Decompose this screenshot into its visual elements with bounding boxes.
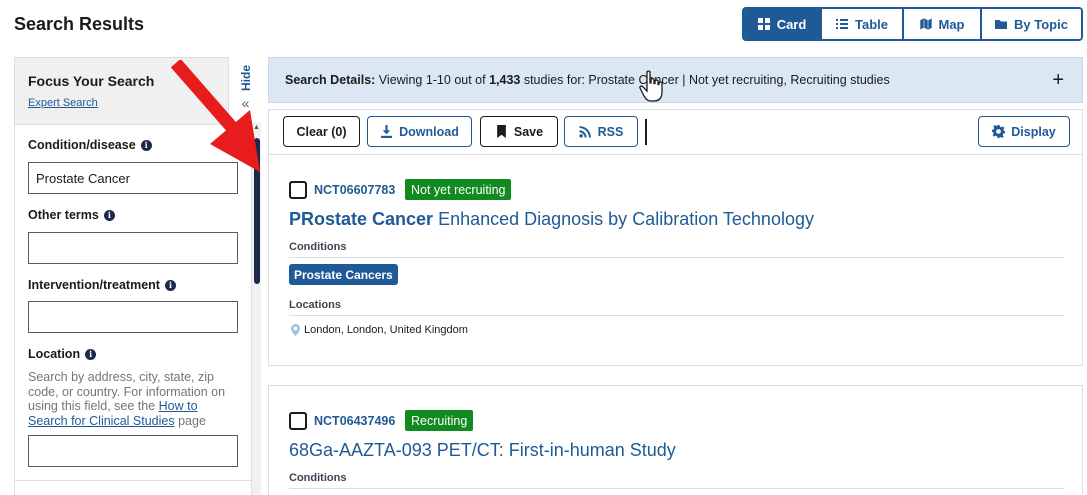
folder-icon xyxy=(995,20,1008,29)
action-toolbar: Clear (0) Download Save RSS Display xyxy=(268,109,1083,154)
expert-search-link[interactable]: Expert Search xyxy=(28,97,98,109)
locations-label: Locations xyxy=(289,299,341,311)
expand-plus-icon[interactable]: + xyxy=(1052,69,1064,92)
rss-icon xyxy=(579,126,591,138)
location-help-text: Search by address, city, state, zip code… xyxy=(28,370,240,428)
hide-label: Hide xyxy=(238,65,253,92)
page-title: Search Results xyxy=(14,14,145,34)
location-entry: London, London, United Kingdom xyxy=(291,324,468,336)
study-select-checkbox[interactable] xyxy=(289,412,307,430)
search-details-label: Search Details: xyxy=(285,73,376,87)
conditions-label: Conditions xyxy=(289,241,347,253)
info-icon[interactable]: i xyxy=(85,348,97,360)
hand-cursor-icon xyxy=(639,70,663,102)
location-help-suffix: page xyxy=(174,413,206,428)
conditions-label: Conditions xyxy=(289,472,347,484)
display-button[interactable]: Display xyxy=(978,116,1070,147)
study-card: NCT06437496 Recruiting 68Ga-AAZTA-093 PE… xyxy=(268,385,1083,495)
map-icon xyxy=(919,18,932,30)
condition-label-text: Condition/disease xyxy=(28,138,136,152)
info-icon[interactable]: i xyxy=(103,209,115,221)
search-details-bar[interactable]: Search Details: Viewing 1-10 out of 1,43… xyxy=(268,57,1083,103)
other-terms-label: Other terms i xyxy=(28,208,115,222)
locations-divider xyxy=(289,315,1064,316)
map-view-button[interactable]: Map xyxy=(904,9,982,39)
toolbar-separator xyxy=(645,119,647,145)
other-terms-label-text: Other terms xyxy=(28,208,99,222)
search-details-part1: Viewing 1-10 out of xyxy=(375,73,490,87)
scroll-up-arrow-icon[interactable]: ▲ xyxy=(252,124,261,132)
map-view-label: Map xyxy=(938,16,965,32)
search-details-text: Search Details: Viewing 1-10 out of 1,43… xyxy=(285,73,890,87)
download-icon xyxy=(381,125,393,138)
gear-icon xyxy=(992,125,1006,138)
study-title-rest: 68Ga-AAZTA-093 PET/CT: First-in-human St… xyxy=(289,440,676,460)
display-label: Display xyxy=(1011,124,1056,139)
rss-button[interactable]: RSS xyxy=(564,116,638,147)
list-icon xyxy=(836,19,848,29)
card-view-label: Card xyxy=(776,16,807,32)
download-button[interactable]: Download xyxy=(367,116,472,147)
save-button[interactable]: Save xyxy=(480,116,558,147)
location-label: Location i xyxy=(28,347,97,361)
by-topic-view-label: By Topic xyxy=(1014,16,1068,32)
search-results-page: Search Results Card Table Map By Topic F… xyxy=(0,0,1087,495)
intervention-label-text: Intervention/treatment xyxy=(28,278,160,292)
condition-input[interactable] xyxy=(28,162,238,194)
study-title-highlight: PRostate Cancer xyxy=(289,209,434,229)
study-title-link[interactable]: 68Ga-AAZTA-093 PET/CT: First-in-human St… xyxy=(289,440,676,461)
conditions-divider xyxy=(289,257,1064,258)
download-label: Download xyxy=(399,124,459,139)
map-pin-icon xyxy=(291,324,300,336)
intervention-label: Intervention/treatment i xyxy=(28,278,176,292)
clear-button[interactable]: Clear (0) xyxy=(283,116,360,147)
hide-sidebar-toggle[interactable]: Hide « xyxy=(228,57,262,121)
focus-search-sidebar: Focus Your Search Expert Search Conditio… xyxy=(14,57,252,495)
rss-label: RSS xyxy=(597,124,624,139)
study-title-link[interactable]: PRostate Cancer Enhanced Diagnosis by Ca… xyxy=(289,209,814,230)
nct-id-link[interactable]: NCT06437496 xyxy=(314,414,395,428)
study-title-rest: Enhanced Diagnosis by Calibration Techno… xyxy=(433,209,814,229)
focus-search-header: Focus Your Search Expert Search xyxy=(15,58,251,125)
other-terms-input[interactable] xyxy=(28,232,238,264)
location-text: London, London, United Kingdom xyxy=(304,324,468,336)
condition-label: Condition/disease i xyxy=(28,138,152,152)
info-icon[interactable]: i xyxy=(140,139,152,151)
card-view-button[interactable]: Card xyxy=(744,9,822,39)
study-card: NCT06607783 Not yet recruiting PRostate … xyxy=(268,154,1083,366)
study-select-checkbox[interactable] xyxy=(289,181,307,199)
nct-id-link[interactable]: NCT06607783 xyxy=(314,183,395,197)
collapse-chevron-icon: « xyxy=(241,95,250,112)
focus-search-title: Focus Your Search xyxy=(28,73,155,89)
search-details-part2: studies for: Prostate Cancer | Not yet r… xyxy=(520,73,890,87)
save-label: Save xyxy=(513,124,544,139)
clear-label: Clear (0) xyxy=(296,124,347,139)
status-badge: Not yet recruiting xyxy=(405,179,512,200)
table-view-button[interactable]: Table xyxy=(822,9,904,39)
result-count: 1,433 xyxy=(489,73,521,87)
conditions-divider xyxy=(289,488,1064,489)
condition-tag: Prostate Cancers xyxy=(289,264,398,285)
sidebar-divider xyxy=(15,480,251,481)
table-view-label: Table xyxy=(855,16,888,32)
location-label-text: Location xyxy=(28,347,81,361)
info-icon[interactable]: i xyxy=(164,279,176,291)
intervention-input[interactable] xyxy=(28,301,238,333)
view-toggle: Card Table Map By Topic xyxy=(742,7,1083,41)
status-badge: Recruiting xyxy=(405,410,474,431)
by-topic-view-button[interactable]: By Topic xyxy=(982,9,1081,39)
grid-icon xyxy=(757,18,770,30)
location-input[interactable] xyxy=(28,435,238,467)
sidebar-scroll-thumb[interactable] xyxy=(254,138,260,284)
bookmark-icon xyxy=(497,125,506,138)
